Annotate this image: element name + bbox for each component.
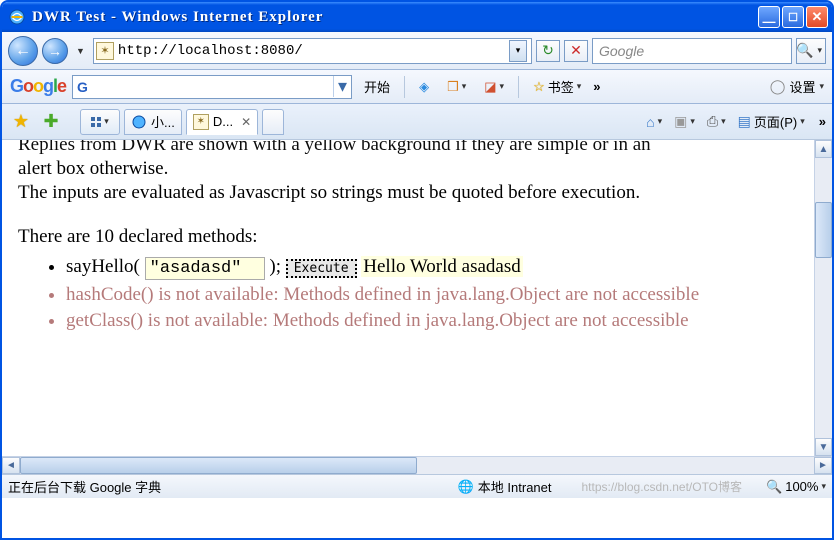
close-tab-icon[interactable]: ✕ bbox=[241, 115, 251, 129]
separator bbox=[518, 76, 519, 98]
stop-button[interactable]: ✕ bbox=[564, 40, 588, 62]
page-icon: ✶ bbox=[193, 114, 209, 130]
share-icon: ◈ bbox=[419, 79, 429, 95]
scroll-down-button[interactable]: ▼ bbox=[815, 438, 832, 456]
scroll-left-button[interactable]: ◄ bbox=[2, 457, 20, 474]
horizontal-scrollbar[interactable]: ◄ ► bbox=[2, 456, 832, 474]
toolbar-overflow[interactable]: » bbox=[593, 79, 600, 94]
close-button[interactable]: ✕ bbox=[806, 6, 828, 28]
method-result: Hello World asadasd bbox=[361, 256, 522, 277]
minimize-button[interactable]: — bbox=[758, 6, 780, 28]
security-zone[interactable]: 🌐 本地 Intranet bbox=[458, 477, 552, 496]
news-button[interactable]: ❒▾ bbox=[441, 75, 472, 99]
command-overflow[interactable]: » bbox=[819, 114, 826, 129]
search-placeholder: Google bbox=[599, 43, 644, 59]
page-content: Replies from DWR are shown with a yellow… bbox=[2, 140, 832, 456]
new-tab-button[interactable] bbox=[262, 109, 284, 135]
page-menu-button[interactable]: ▤ 页面(P)▾ bbox=[734, 109, 809, 135]
vertical-scrollbar[interactable]: ▲ ▼ bbox=[814, 140, 832, 456]
home-button[interactable]: ⌂▾ bbox=[642, 109, 666, 135]
ie-icon bbox=[131, 114, 147, 130]
rss-icon: ▣ bbox=[674, 113, 687, 130]
add-star-icon: ✚ bbox=[43, 111, 58, 132]
separator bbox=[404, 76, 405, 98]
tab-label: D... bbox=[213, 114, 233, 129]
more-icon: ◪ bbox=[484, 79, 496, 95]
method-sayhello: sayHello( ); Execute Hello World asadasd bbox=[66, 256, 798, 280]
star-icon: ★ bbox=[13, 111, 29, 132]
search-box[interactable]: Google bbox=[592, 38, 792, 64]
intro-line-2: The inputs are evaluated as Javascript s… bbox=[18, 182, 798, 204]
execute-button[interactable]: Execute bbox=[286, 259, 357, 278]
maximize-button[interactable]: ☐ bbox=[782, 6, 804, 28]
google-search-dropdown[interactable]: ▾ bbox=[333, 76, 347, 97]
quick-tabs-button[interactable]: ▾ bbox=[80, 109, 120, 135]
history-dropdown[interactable]: ▼ bbox=[76, 46, 85, 56]
status-text: 正在后台下载 Google 字典 bbox=[8, 477, 161, 496]
methods-heading: There are 10 declared methods: bbox=[18, 226, 798, 248]
zoom-control[interactable]: 🔍 100% ▾ bbox=[766, 479, 826, 495]
tab-bar: ★ ✚ ▾ 小... ✶ D... ✕ ⌂▾ ▣▾ ⎙▾ ▤ 页面(P)▾ » bbox=[2, 104, 832, 140]
gear-icon: ◯ bbox=[770, 78, 786, 95]
google-g-icon: G bbox=[77, 79, 88, 95]
forward-button[interactable]: → bbox=[42, 38, 68, 64]
more-button[interactable]: ◪▾ bbox=[478, 75, 510, 99]
page-icon: ▤ bbox=[738, 113, 751, 130]
globe-icon: 🌐 bbox=[458, 479, 474, 495]
favorites-button[interactable]: ★ bbox=[8, 109, 34, 135]
add-favorite-button[interactable]: ✚ bbox=[38, 109, 64, 135]
scroll-right-button[interactable]: ► bbox=[814, 457, 832, 474]
scroll-up-button[interactable]: ▲ bbox=[815, 140, 832, 158]
window-controls: — ☐ ✕ bbox=[758, 6, 828, 28]
settings-button[interactable]: ◯ 设置▾ bbox=[770, 77, 824, 96]
print-button[interactable]: ⎙▾ bbox=[703, 109, 730, 135]
title-bar: DWR Test - Windows Internet Explorer — ☐… bbox=[2, 2, 832, 32]
method-param-input[interactable] bbox=[145, 257, 265, 280]
watermark: https://blog.csdn.net/OTO博客 bbox=[582, 478, 743, 495]
bookmarks-button[interactable]: ☆ 书签▾ bbox=[527, 75, 587, 99]
share-button[interactable]: ◈ bbox=[413, 75, 435, 99]
method-getclass: getClass() is not available: Methods def… bbox=[66, 310, 798, 332]
ie-icon bbox=[8, 8, 26, 26]
zoom-icon: 🔍 bbox=[766, 479, 782, 495]
window-title: DWR Test - Windows Internet Explorer bbox=[32, 9, 758, 26]
tab-1[interactable]: 小... bbox=[124, 109, 182, 135]
cut-off-line: Replies from DWR are shown with a yellow… bbox=[18, 140, 798, 156]
star-icon: ☆ bbox=[533, 79, 545, 95]
status-bar: 正在后台下载 Google 字典 🌐 本地 Intranet https://b… bbox=[2, 474, 832, 498]
refresh-button[interactable]: ↻ bbox=[536, 40, 560, 62]
intro-line-1: alert box otherwise. bbox=[18, 158, 798, 180]
address-dropdown[interactable]: ▾ bbox=[509, 40, 527, 62]
content-area: Replies from DWR are shown with a yellow… bbox=[2, 140, 832, 456]
method-hashcode: hashCode() is not available: Methods def… bbox=[66, 284, 798, 306]
google-search-box[interactable]: G ▾ bbox=[72, 75, 352, 99]
hscroll-thumb[interactable] bbox=[20, 457, 417, 474]
start-button[interactable]: 开始 bbox=[358, 75, 396, 99]
news-icon: ❒ bbox=[447, 79, 459, 95]
home-icon: ⌂ bbox=[646, 114, 654, 130]
tab-label: 小... bbox=[151, 112, 175, 131]
back-button[interactable]: ← bbox=[8, 36, 38, 66]
google-toolbar: Google G ▾ 开始 ◈ ❒▾ ◪▾ ☆ 书签▾ » ◯ 设置▾ bbox=[2, 70, 832, 104]
url-input[interactable] bbox=[118, 43, 505, 59]
feeds-button[interactable]: ▣▾ bbox=[670, 109, 699, 135]
grid-icon bbox=[91, 117, 101, 127]
search-button[interactable]: 🔍▾ bbox=[796, 38, 826, 64]
command-bar: ⌂▾ ▣▾ ⎙▾ ▤ 页面(P)▾ » bbox=[642, 109, 826, 135]
address-bar[interactable]: ✶ ▾ bbox=[93, 38, 532, 64]
google-logo: Google bbox=[10, 76, 66, 97]
print-icon: ⎙ bbox=[707, 113, 718, 130]
scroll-thumb[interactable] bbox=[815, 202, 832, 258]
navigation-bar: ← → ▼ ✶ ▾ ↻ ✕ Google 🔍▾ bbox=[2, 32, 832, 70]
tab-2[interactable]: ✶ D... ✕ bbox=[186, 109, 258, 135]
page-icon: ✶ bbox=[96, 42, 114, 60]
